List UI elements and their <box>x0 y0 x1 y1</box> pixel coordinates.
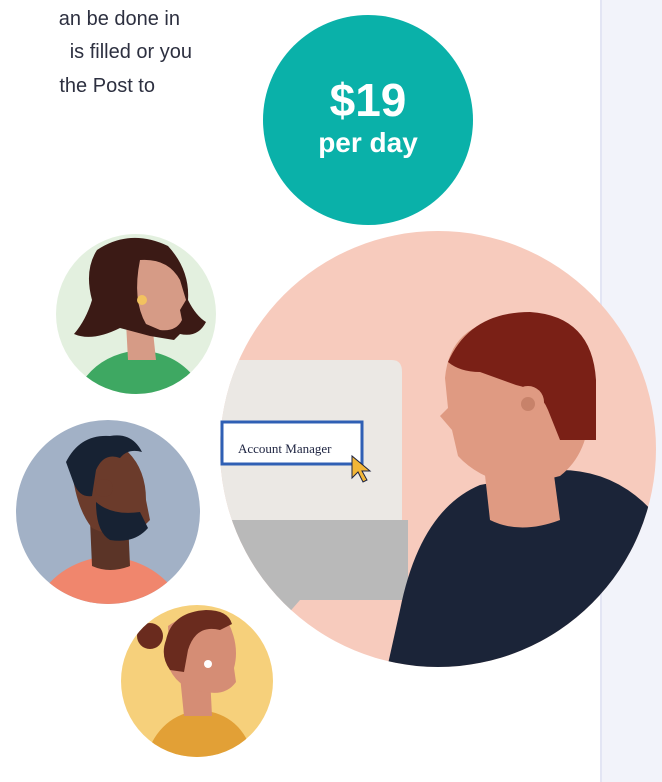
screen-overlay: Account Manager <box>220 420 372 483</box>
account-manager-label: Account Manager <box>238 441 332 456</box>
account-manager-field: Account Manager <box>220 420 364 466</box>
